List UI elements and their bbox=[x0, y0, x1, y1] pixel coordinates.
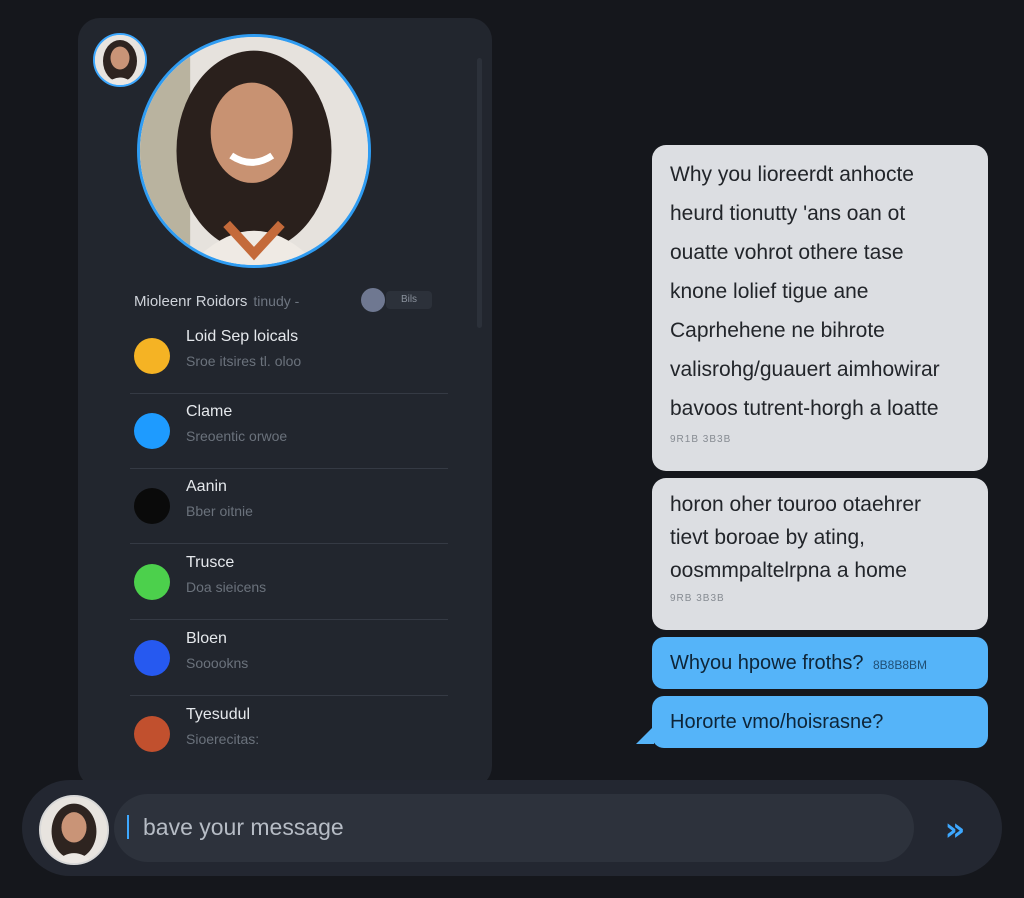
contact-preview: Doa sieicens bbox=[186, 579, 267, 595]
profile-status-text: tinudy - bbox=[253, 293, 300, 309]
contact-color-dot bbox=[134, 640, 170, 676]
profile-name-row: Mioleenr Roidors tinudy - bbox=[134, 290, 299, 312]
message-line: valisrohg/guauert aimhowirar bbox=[670, 358, 940, 381]
message-text: Whyou hpowe froths? bbox=[670, 652, 864, 674]
panel-scrollbar[interactable] bbox=[477, 58, 482, 328]
contact-name: Tyesudul bbox=[186, 706, 251, 723]
message-timestamp: 9R1B 3B3B bbox=[670, 434, 732, 445]
status-pill[interactable]: Bils bbox=[386, 291, 432, 309]
message-timestamp: 8B8B8BM bbox=[873, 658, 928, 672]
contact-item[interactable]: Tyesudul Sioerecitas: bbox=[130, 696, 448, 771]
send-icon[interactable]: » bbox=[930, 806, 980, 852]
contact-color-dot bbox=[134, 716, 170, 752]
user-avatar-small[interactable] bbox=[93, 33, 147, 87]
contact-color-dot bbox=[134, 564, 170, 600]
portrait-image bbox=[41, 797, 107, 863]
incoming-message: Why you lioreerdt anhocte heurd tionutty… bbox=[652, 145, 988, 471]
message-input-placeholder[interactable]: bave your message bbox=[143, 814, 344, 841]
incoming-message: horon oher touroo otaehrer tievt boroae … bbox=[652, 478, 988, 630]
outgoing-message: Whyou hpowe froths? 8B8B8BM bbox=[652, 637, 988, 689]
message-timestamp: 9RB 3B3B bbox=[670, 593, 725, 604]
contact-preview: Bber oitnie bbox=[186, 503, 253, 519]
contact-name: Loid Sep loicals bbox=[186, 328, 299, 345]
message-line: horon oher touroo otaehrer bbox=[670, 493, 922, 516]
contact-color-dot bbox=[134, 338, 170, 374]
contact-preview: Sroe itsires tl. oloo bbox=[186, 353, 302, 369]
portrait-image bbox=[140, 37, 368, 265]
contact-item[interactable]: Trusce Doa sieicens bbox=[130, 544, 448, 620]
portrait-image bbox=[95, 35, 145, 85]
message-line: Why you lioreerdt anhocte bbox=[670, 163, 914, 186]
contact-preview: Sioerecitas: bbox=[186, 731, 260, 747]
bubble-tail bbox=[636, 726, 654, 744]
contact-name: Trusce bbox=[186, 554, 235, 571]
contact-preview: Sreoentic orwoe bbox=[186, 428, 288, 444]
text-caret bbox=[127, 815, 129, 839]
message-line: heurd tionutty 'ans oan ot bbox=[670, 202, 906, 225]
profile-name: Mioleenr Roidors bbox=[134, 292, 248, 310]
message-line: tievt boroae by ating, bbox=[670, 526, 865, 549]
contact-name: Bloen bbox=[186, 630, 227, 647]
contact-item[interactable]: Aanin Bber oitnie bbox=[130, 468, 448, 544]
status-indicator[interactable] bbox=[361, 288, 385, 312]
message-line: ouatte vohrot othere tase bbox=[670, 241, 904, 264]
contact-color-dot bbox=[134, 488, 170, 524]
message-line: bavoos tutrent-horgh a loatte bbox=[670, 397, 939, 420]
message-line: Caprhehene ne bihrote bbox=[670, 319, 885, 342]
contact-item[interactable]: Loid Sep loicals Sroe itsires tl. oloo bbox=[130, 318, 448, 394]
composer-avatar[interactable] bbox=[39, 795, 109, 865]
message-text: Hororte vmo/hoisrasne? bbox=[670, 711, 884, 733]
contact-color-dot bbox=[134, 413, 170, 449]
contact-item[interactable]: Bloen Sooookns bbox=[130, 620, 448, 696]
profile-avatar[interactable] bbox=[137, 34, 371, 268]
message-line: knone lolief tigue ane bbox=[670, 280, 869, 303]
message-line: oosmmpaltelrpna a home bbox=[670, 559, 907, 582]
contact-name: Aanin bbox=[186, 478, 227, 495]
contact-preview: Sooookns bbox=[186, 655, 249, 671]
contact-name: Clame bbox=[186, 403, 233, 420]
outgoing-message: Hororte vmo/hoisrasne? bbox=[652, 696, 988, 748]
contact-item[interactable]: Clame Sreoentic orwoe bbox=[130, 393, 448, 469]
